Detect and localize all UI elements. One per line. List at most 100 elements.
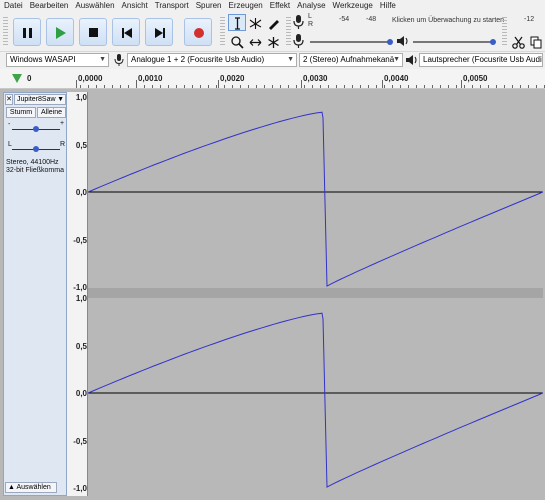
amplitude-label: -0,5 <box>73 235 87 245</box>
zoom-tool[interactable] <box>228 33 246 50</box>
ruler-minor-tick <box>424 85 425 88</box>
pencil-icon <box>269 20 279 30</box>
recording-volume-thumb[interactable] <box>387 39 393 45</box>
pan-slider-thumb[interactable] <box>33 146 39 152</box>
ruler-minor-tick <box>496 85 497 88</box>
track-control-panel: ✕ Jupiter8Saw ▼ Stumm Alleine - + L R Ste… <box>3 92 67 496</box>
menu-1[interactable]: Bearbeiten <box>26 0 72 12</box>
collapse-icon: ▲ <box>8 484 15 491</box>
draw-tool[interactable] <box>264 14 282 31</box>
menu-5[interactable]: Spuren <box>192 0 225 12</box>
record-button[interactable] <box>184 18 212 46</box>
ruler-minor-tick <box>304 85 305 88</box>
ruler-minor-tick <box>248 85 249 88</box>
recording-channels-select[interactable]: 2 (Stereo) Aufnahmekanä ▼ <box>299 53 403 67</box>
amplitude-label: -1,0 <box>73 283 87 292</box>
microphone-icon <box>292 34 304 50</box>
microphone-icon[interactable] <box>292 15 304 31</box>
audio-host-select[interactable]: Windows WASAPI ▼ <box>6 53 109 67</box>
menu-10[interactable]: Hilfe <box>376 0 399 12</box>
ruler-minor-tick <box>336 85 337 88</box>
ruler-minor-tick <box>224 85 225 88</box>
meter-tick: -48 <box>366 16 377 23</box>
pause-button[interactable] <box>13 18 41 46</box>
menu-7[interactable]: Effekt <box>266 0 293 12</box>
track-menu-button[interactable]: Jupiter8Saw ▼ <box>14 94 66 105</box>
menu-4[interactable]: Transport <box>151 0 192 12</box>
ruler-minor-tick <box>488 85 489 88</box>
ruler-label: 0,0000 <box>78 74 103 83</box>
menu-9[interactable]: Werkzeuge <box>329 0 376 12</box>
ruler-minor-tick <box>112 85 113 88</box>
amplitude-label: -0,5 <box>73 436 87 446</box>
vertical-ruler: 1,0 0,5 0,0 -0,5 -1,0 1,0 0,5 0,0 -0,5 -1,0 <box>67 92 88 496</box>
menu-3[interactable]: Ansicht <box>118 0 151 12</box>
envelope-tool[interactable] <box>246 14 264 31</box>
selection-tool[interactable] <box>228 14 246 31</box>
toolbar-grip[interactable] <box>3 17 8 47</box>
timeshift-tool[interactable] <box>246 33 264 50</box>
ruler-minor-tick <box>312 85 313 88</box>
mute-button[interactable]: Stumm <box>6 107 36 118</box>
amplitude-label: 0,0 <box>75 389 87 398</box>
menu-8[interactable]: Analyse <box>293 0 328 12</box>
edit-grip[interactable] <box>502 17 507 47</box>
pan-right-label: R <box>60 141 66 148</box>
ruler-label: 0,0030 <box>303 74 328 83</box>
gain-slider-thumb[interactable] <box>33 126 39 132</box>
timeline-ruler[interactable]: 0 0,0000 0,0010 0,0020 0,0030 0,0040 0,0050 <box>0 69 545 89</box>
audacity-window: Datei Bearbeiten Auswählen Ansicht Transport… <box>0 0 545 500</box>
playback-device-select[interactable]: Lautsprecher (Focusrite Usb Audio) <box>419 53 543 67</box>
ruler-minor-tick <box>168 85 169 88</box>
envelope-icon <box>249 18 262 29</box>
cut-button[interactable] <box>509 33 527 50</box>
stop-button[interactable] <box>79 18 107 46</box>
menu-0[interactable]: Datei <box>0 0 26 12</box>
tools-grip[interactable] <box>220 17 225 47</box>
recording-device-select[interactable]: Analogue 1 + 2 (Focusrite Usb Audio) ▼ <box>127 53 297 67</box>
skip-to-end-button[interactable] <box>145 18 173 46</box>
waveform-display[interactable] <box>88 92 543 496</box>
ruler-minor-tick <box>528 85 529 88</box>
ruler-minor-tick <box>512 85 513 88</box>
ruler-minor-tick <box>432 85 433 88</box>
ruler-minor-tick <box>368 85 369 88</box>
pan-left-label: L <box>8 141 12 148</box>
ruler-minor-tick <box>192 85 193 88</box>
skip-to-start-button[interactable] <box>112 18 140 46</box>
select-track-button[interactable]: ▲ Auswählen <box>5 482 57 493</box>
meter-start-monitoring[interactable]: Klicken um Überwachung zu starten <box>392 17 504 24</box>
amplitude-label: 1,0 <box>75 93 87 102</box>
track-name: Jupiter8Saw <box>17 96 56 103</box>
solo-button[interactable]: Alleine <box>37 107 66 118</box>
ruler-minor-tick <box>184 85 185 88</box>
speaker-icon <box>396 35 409 49</box>
ruler-minor-tick <box>296 85 297 88</box>
gain-plus-label: + <box>60 120 65 127</box>
track-sample-format-info: 32-bit Fließkomma <box>6 167 64 174</box>
menu-2[interactable]: Auswählen <box>71 0 117 12</box>
ruler-minor-tick <box>256 85 257 88</box>
ruler-minor-tick <box>120 85 121 88</box>
recording-volume-slider[interactable] <box>310 41 392 43</box>
select-track-label: Auswählen <box>16 484 51 491</box>
multi-tool[interactable] <box>264 33 282 50</box>
ruler-minor-tick <box>440 85 441 88</box>
microphone-icon <box>114 54 124 68</box>
playback-volume-slider[interactable] <box>413 41 495 43</box>
ruler-label: 0,0050 <box>463 74 488 83</box>
playback-volume-thumb[interactable] <box>490 39 496 45</box>
ruler-minor-tick <box>280 85 281 88</box>
ruler-minor-tick <box>176 85 177 88</box>
close-track-button[interactable]: ✕ <box>5 94 13 105</box>
ruler-start-label: 0 <box>27 74 32 83</box>
playback-device-value: Lautsprecher (Focusrite Usb Audio) <box>423 55 543 64</box>
play-button[interactable] <box>46 18 74 46</box>
ruler-minor-tick <box>328 85 329 88</box>
ruler-minor-tick <box>264 85 265 88</box>
menu-6[interactable]: Erzeugen <box>225 0 266 12</box>
meter-grip[interactable] <box>286 17 291 47</box>
ruler-minor-tick <box>216 85 217 88</box>
audio-host-value: Windows WASAPI <box>10 55 76 64</box>
copy-button[interactable] <box>527 33 545 50</box>
